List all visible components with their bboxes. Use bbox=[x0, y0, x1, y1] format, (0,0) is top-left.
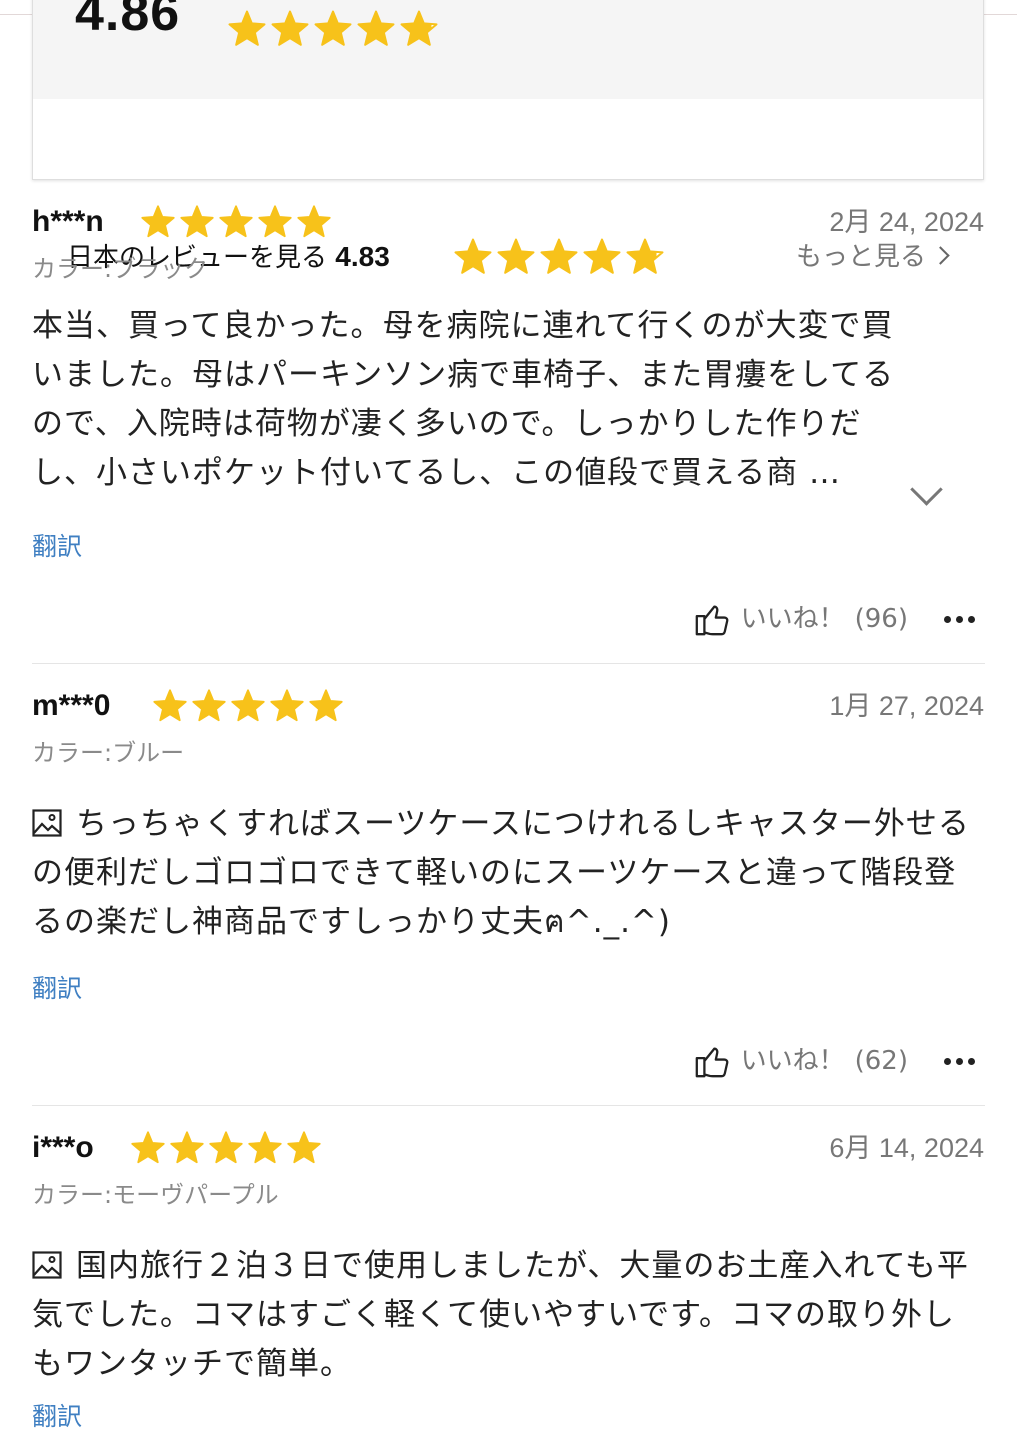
review-actions: いいね！ (62) bbox=[693, 1042, 978, 1080]
like-count: (62) bbox=[854, 1046, 908, 1076]
like-button[interactable]: いいね！ (62) bbox=[693, 1042, 908, 1080]
star-icon bbox=[314, 10, 352, 46]
star-icon bbox=[583, 238, 621, 274]
divider bbox=[32, 663, 985, 664]
star-icon bbox=[454, 238, 492, 274]
star-icon bbox=[400, 10, 438, 46]
star-icon bbox=[192, 689, 226, 722]
star-icon bbox=[309, 689, 343, 722]
more-options-icon[interactable] bbox=[944, 614, 978, 624]
star-icon bbox=[170, 1131, 204, 1164]
star-icon bbox=[141, 205, 175, 238]
star-icon bbox=[153, 689, 187, 722]
see-more-link[interactable]: もっと見る bbox=[796, 239, 950, 275]
star-icon bbox=[497, 238, 535, 274]
translate-link[interactable]: 翻訳 bbox=[32, 1400, 82, 1434]
like-count: (96) bbox=[854, 604, 908, 634]
star-icon bbox=[357, 10, 395, 46]
review-date: 6月 14, 2024 bbox=[829, 1133, 984, 1163]
chevron-right-icon bbox=[931, 246, 950, 265]
star-icon bbox=[287, 1131, 321, 1164]
review-text: 本当、買って良かった。母を病院に連れて行くのが大変で買いました。母はパーキンソン… bbox=[32, 308, 895, 491]
review-text: ちっちゃくすればスーツケースにつけれるしキャスター外せるの便利だしゴロゴロできて… bbox=[32, 806, 970, 940]
review-stars bbox=[130, 1130, 322, 1166]
overall-stars bbox=[227, 9, 439, 49]
more-options-icon[interactable] bbox=[944, 1056, 978, 1066]
review-color-variant: カラー:モーヴパープル bbox=[32, 1181, 279, 1209]
review-date: 2月 24, 2024 bbox=[829, 207, 984, 237]
chevron-down-icon[interactable] bbox=[910, 473, 943, 506]
thumbs-up-icon bbox=[695, 1047, 729, 1078]
divider bbox=[32, 1105, 985, 1106]
star-icon bbox=[297, 205, 331, 238]
rating-summary-card: 4.86 日本のレビューを見る 4.83 もっと見る bbox=[32, 0, 984, 274]
review-stars bbox=[140, 204, 332, 240]
overall-score: 4.86 bbox=[75, 0, 181, 42]
star-icon bbox=[228, 10, 266, 46]
review-color-variant: カラー:ブルー bbox=[32, 739, 185, 767]
reviewer-name: m***0 bbox=[32, 689, 111, 722]
japan-score: 4.83 bbox=[335, 241, 390, 272]
star-icon bbox=[231, 689, 265, 722]
star-icon bbox=[180, 205, 214, 238]
review-actions: いいね！ (96) bbox=[693, 600, 978, 638]
japan-reviews-row[interactable]: 日本のレビューを見る 4.83 もっと見る bbox=[33, 99, 983, 274]
review-text: 国内旅行２泊３日で使用しましたが、大量のお土産入れても平気でした。コマはすごく軽… bbox=[32, 1248, 969, 1382]
image-icon bbox=[32, 1251, 62, 1279]
translate-link[interactable]: 翻訳 bbox=[32, 972, 82, 1006]
star-icon bbox=[209, 1131, 243, 1164]
star-icon bbox=[626, 238, 664, 274]
star-icon bbox=[270, 689, 304, 722]
overall-rating-panel: 4.86 bbox=[33, 0, 983, 99]
reviewer-name: h***n bbox=[32, 205, 104, 238]
review-date: 1月 27, 2024 bbox=[829, 691, 984, 721]
translate-link[interactable]: 翻訳 bbox=[32, 530, 82, 564]
review-color-variant: カラー:ブラック bbox=[32, 255, 209, 283]
star-icon bbox=[258, 205, 292, 238]
review-stars bbox=[152, 688, 344, 724]
star-icon bbox=[271, 10, 309, 46]
thumbs-up-icon bbox=[695, 605, 729, 636]
reviewer-name: i***o bbox=[32, 1131, 94, 1164]
japan-stars bbox=[453, 237, 665, 277]
star-icon bbox=[219, 205, 253, 238]
star-icon bbox=[540, 238, 578, 274]
star-icon bbox=[131, 1131, 165, 1164]
image-icon bbox=[32, 809, 62, 837]
like-button[interactable]: いいね！ (96) bbox=[693, 600, 908, 638]
star-icon bbox=[248, 1131, 282, 1164]
